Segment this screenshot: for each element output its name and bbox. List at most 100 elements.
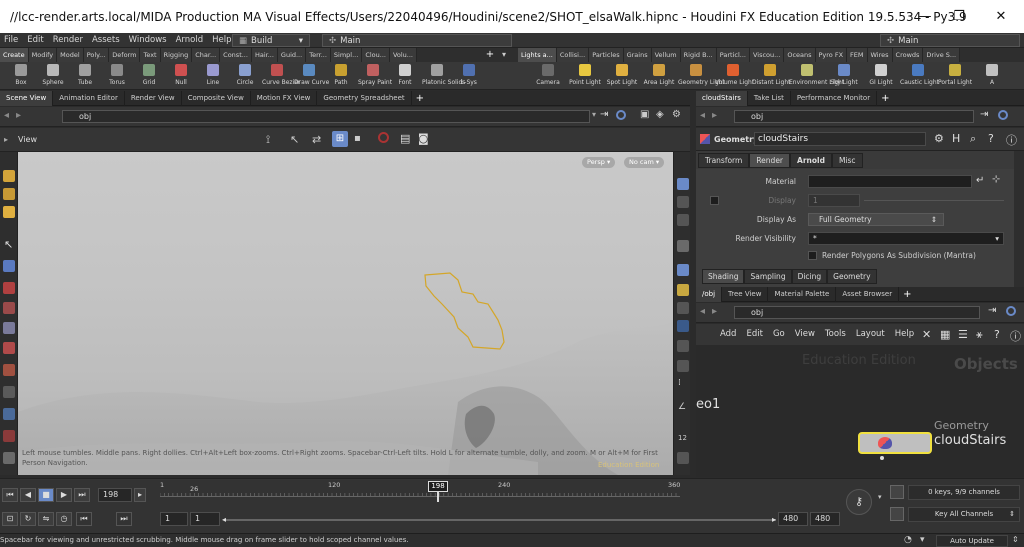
object-mode-icon[interactable] bbox=[3, 188, 15, 200]
back-arrow-icon[interactable]: ◂ bbox=[4, 110, 9, 121]
split-view-icon[interactable] bbox=[677, 360, 689, 372]
shelf-tool-spray-paint[interactable]: Spray Paint bbox=[358, 62, 392, 90]
shelf-tab[interactable]: Particles bbox=[589, 48, 624, 62]
back-arrow-icon[interactable]: ◂ bbox=[700, 306, 705, 317]
search-icon[interactable]: ⌕ bbox=[970, 132, 976, 146]
pin-icon[interactable]: ⇥ bbox=[988, 305, 996, 316]
camera-link-icon[interactable]: ◈ bbox=[656, 109, 664, 120]
shelf-tool-circle[interactable]: Circle bbox=[230, 62, 260, 90]
shelf-tab[interactable]: Viscou... bbox=[749, 48, 785, 62]
shelf-tab[interactable]: Terr... bbox=[306, 48, 331, 62]
shelf-tool-geometry-light[interactable]: Geometry Light bbox=[678, 62, 725, 90]
hda-icon[interactable]: H bbox=[952, 132, 960, 145]
move-icon[interactable] bbox=[3, 282, 15, 294]
channel-list-icon[interactable] bbox=[890, 485, 904, 499]
right-shelf-set-dropdown[interactable]: ✣ Main bbox=[880, 34, 1020, 47]
shelf-tool-platonic-solids[interactable]: Platonic Solids bbox=[422, 62, 465, 90]
shelf-tab[interactable]: Modify bbox=[28, 48, 58, 62]
key-channels-dropdown[interactable]: Key All Channels ⇕ bbox=[908, 507, 1020, 522]
add-tab-icon[interactable]: + bbox=[903, 289, 911, 300]
left-path-field[interactable]: obj bbox=[62, 110, 590, 123]
wireframe-icon[interactable] bbox=[677, 196, 689, 208]
link-icon[interactable] bbox=[1006, 306, 1016, 316]
snap-icon[interactable]: ⊞ bbox=[332, 131, 348, 147]
shelf-tab[interactable]: Crowds bbox=[892, 48, 924, 62]
count-12-icon[interactable]: 12 bbox=[678, 434, 687, 442]
jump-start-icon[interactable]: ⏮ bbox=[2, 488, 18, 502]
display-options-icon[interactable] bbox=[677, 178, 689, 190]
angle-icon[interactable]: ∠ bbox=[678, 402, 686, 412]
rotate-icon[interactable] bbox=[3, 302, 15, 314]
shelf-tab[interactable]: Wires bbox=[867, 48, 893, 62]
play-reverse-icon[interactable]: ◀ bbox=[20, 488, 36, 502]
chevron-down-icon[interactable]: ▾ bbox=[920, 535, 925, 545]
shelf-tab[interactable]: Drive S... bbox=[923, 48, 961, 62]
add-tab-icon[interactable]: + bbox=[416, 93, 424, 104]
shelf-tab[interactable]: Particl... bbox=[716, 48, 750, 62]
shelf-tool-caustic-light[interactable]: Caustic Light bbox=[900, 62, 939, 90]
shelf-tool-sky-light[interactable]: Sky Light bbox=[826, 62, 862, 90]
lock-camera-icon[interactable] bbox=[677, 214, 689, 226]
shelf-tab[interactable]: Lights a... bbox=[518, 48, 557, 62]
shelf-tool-curve-bezier[interactable]: Curve Bezier bbox=[262, 62, 300, 90]
play-icon[interactable]: ▶ bbox=[56, 488, 72, 502]
back-arrow-icon[interactable]: ◂ bbox=[700, 110, 705, 121]
shelf-tool-ambient-light[interactable]: A bbox=[974, 62, 1010, 90]
camera-menu[interactable]: No cam ▾ bbox=[624, 157, 665, 168]
add-shelf-icon[interactable]: + bbox=[484, 48, 496, 62]
shelf-set-dropdown[interactable]: ✣ Main bbox=[322, 34, 512, 47]
info-icon[interactable]: ⓘ bbox=[1006, 132, 1017, 148]
current-frame-marker[interactable]: 198 bbox=[428, 481, 448, 492]
shelf-tab[interactable]: Poly... bbox=[83, 48, 110, 62]
render-icon[interactable] bbox=[677, 320, 689, 332]
shelf-tab[interactable]: Vellum bbox=[651, 48, 681, 62]
range-slider[interactable] bbox=[226, 519, 776, 521]
pane-tab[interactable]: Render View bbox=[125, 90, 182, 106]
shelf-tool-camera[interactable]: Camera bbox=[530, 62, 566, 90]
shelf-tool-volume-light[interactable]: Volume Light bbox=[715, 62, 754, 90]
network-editor[interactable]: Education Edition Objects eo1 Geometry c… bbox=[696, 345, 1024, 477]
network-menu-add[interactable]: Add bbox=[720, 329, 736, 339]
grid-view-icon[interactable]: ▦ bbox=[940, 328, 950, 341]
menu-arnold[interactable]: Arnold bbox=[176, 35, 204, 45]
chevron-down-icon[interactable]: ▾ bbox=[878, 493, 882, 501]
param-path-field[interactable]: obj bbox=[734, 110, 974, 123]
component-mode-icon[interactable] bbox=[3, 206, 15, 218]
pane-tab[interactable]: Tree View bbox=[722, 286, 769, 302]
shelf-tool-torus[interactable]: Torus bbox=[102, 62, 132, 90]
shelf-tab[interactable]: Model bbox=[57, 48, 84, 62]
network-menu-help[interactable]: Help bbox=[895, 329, 914, 339]
pane-tab[interactable]: /obj bbox=[696, 286, 723, 302]
shelf-tool-area-light[interactable]: Area Light bbox=[641, 62, 677, 90]
menu-file[interactable]: File bbox=[4, 35, 18, 45]
end-frame-icon[interactable]: ⏭ bbox=[116, 512, 132, 526]
network-menu-go[interactable]: Go bbox=[773, 329, 785, 339]
start-frame-field[interactable]: 1 bbox=[160, 512, 188, 526]
shelf-tab[interactable]: Collisi... bbox=[556, 48, 590, 62]
shelf-tool-distant-light[interactable]: Distant Light bbox=[752, 62, 790, 90]
pane-tab[interactable]: Take List bbox=[748, 90, 791, 106]
param-subtab-shading[interactable]: Shading bbox=[702, 269, 745, 284]
pane-tab[interactable]: cloudStairs bbox=[696, 90, 748, 106]
magnet-icon[interactable] bbox=[3, 408, 15, 420]
list-view-icon[interactable]: ☰ bbox=[958, 328, 968, 341]
shelf-tab[interactable]: Simpl... bbox=[330, 48, 363, 62]
network-menu-tools[interactable]: Tools bbox=[825, 329, 846, 339]
forward-arrow-icon[interactable]: ▸ bbox=[712, 306, 717, 317]
grid-icon[interactable] bbox=[677, 340, 689, 352]
select-mode-icon[interactable] bbox=[3, 170, 15, 182]
chevron-updown-icon[interactable]: ⇕ bbox=[1012, 535, 1019, 544]
audio-icon[interactable]: ⊡ bbox=[2, 512, 18, 526]
network-path-field[interactable]: obj bbox=[734, 306, 980, 319]
lock-icon[interactable] bbox=[3, 260, 15, 272]
shelf-tool-portal-light[interactable]: Portal Light bbox=[937, 62, 973, 90]
shelf-tool-l-system[interactable]: L-Sys bbox=[454, 62, 484, 90]
chat-icon[interactable]: ◔ bbox=[904, 535, 912, 545]
minimize-button[interactable]: — bbox=[914, 6, 936, 28]
scope-channels-icon[interactable]: ⇋ bbox=[38, 512, 54, 526]
bulb-icon[interactable] bbox=[677, 284, 689, 296]
menu-help[interactable]: Help bbox=[212, 35, 231, 45]
pane-tab[interactable]: Motion FX View bbox=[251, 90, 318, 106]
tree-view-icon[interactable]: ⚹ bbox=[976, 328, 983, 342]
ghost-icon[interactable] bbox=[677, 240, 689, 252]
